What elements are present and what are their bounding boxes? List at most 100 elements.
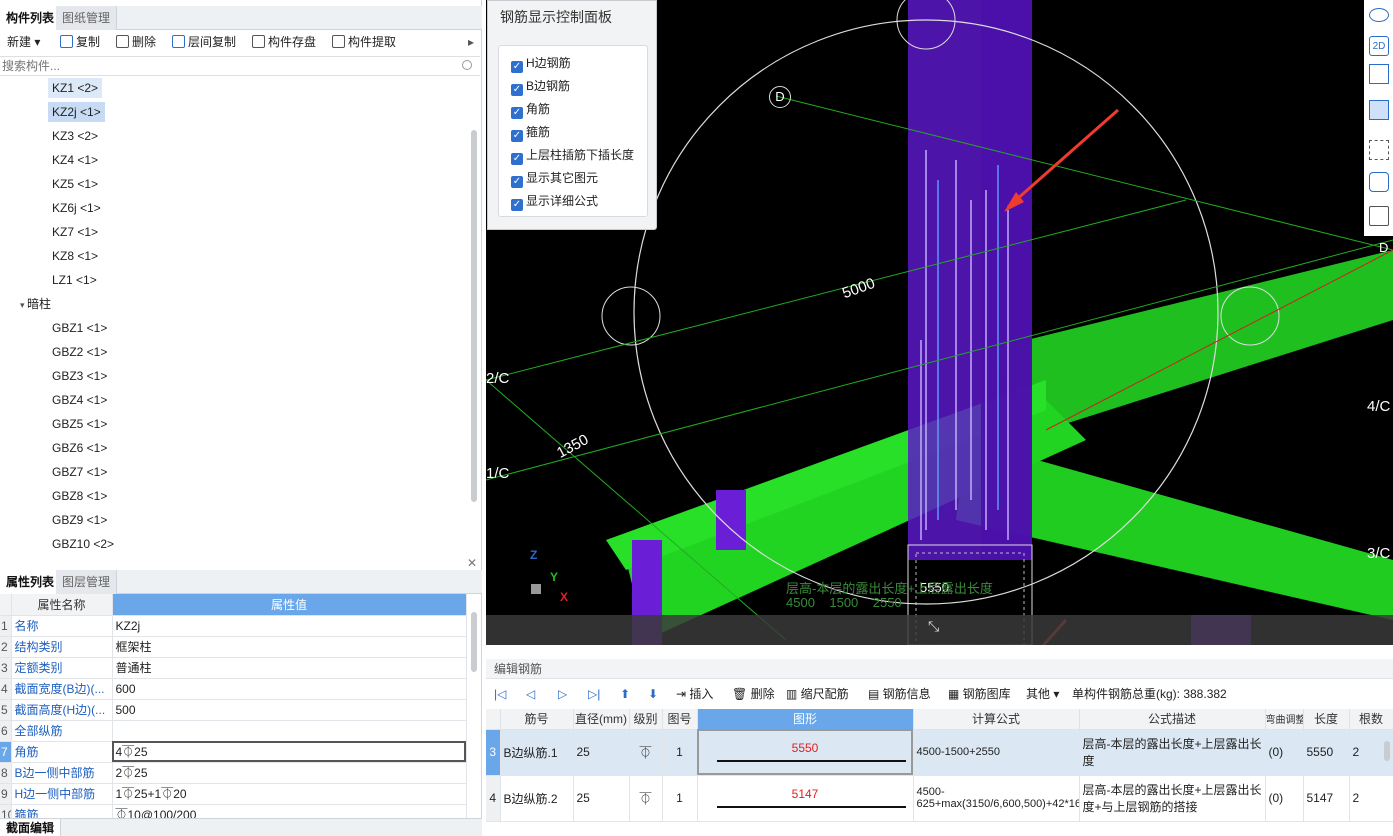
checkbox-show-other[interactable]: ✓ 显示其它图元 — [511, 169, 598, 188]
checkbox-b-rebar[interactable]: ✓ B边钢筋 — [511, 77, 570, 96]
fullscreen-icon[interactable] — [1369, 140, 1389, 160]
new-button[interactable]: 新建 ▾ — [0, 33, 40, 51]
grade[interactable]: ⏁ — [629, 775, 663, 822]
prop-value[interactable]: 普通柱 — [112, 657, 467, 679]
tab-component-list[interactable]: 构件列表 — [0, 6, 62, 30]
tree-item[interactable]: GBZ9 <1> — [48, 510, 111, 530]
tree-item[interactable]: KZ6j <1> — [48, 198, 105, 218]
bend-adjust[interactable]: (0) — [1265, 775, 1304, 822]
table-row[interactable]: 9 H边一侧中部筋 1⏁25+1⏁20 — [0, 783, 467, 805]
tree-item[interactable]: KZ1 <2> — [48, 78, 103, 98]
fig-no[interactable]: 1 — [662, 775, 698, 822]
next-icon[interactable]: ▷ — [558, 686, 567, 702]
floor-copy-button[interactable]: 层间复制 — [172, 33, 236, 51]
2d-view-button[interactable]: 2D — [1369, 36, 1389, 56]
tree-item[interactable]: KZ5 <1> — [48, 174, 102, 194]
copy-button[interactable]: 复制 — [60, 33, 100, 51]
save-component-button[interactable]: 构件存盘 — [252, 33, 316, 51]
tree-scrollbar[interactable] — [471, 130, 477, 502]
table-row[interactable]: 3 定额类别 普通柱 — [0, 657, 467, 679]
prop-value[interactable]: 1⏁25+1⏁20 — [112, 783, 467, 805]
search-input[interactable] — [0, 57, 440, 75]
tree-item[interactable]: LZ1 <1> — [48, 270, 101, 290]
tree-item[interactable]: GBZ2 <1> — [48, 342, 111, 362]
prev-icon[interactable]: ◁ — [526, 686, 535, 702]
length[interactable]: 5550 — [1303, 729, 1350, 776]
tree-item[interactable]: GBZ1 <1> — [48, 318, 111, 338]
checkbox-show-formula[interactable]: ✓ 显示详细公式 — [511, 192, 598, 211]
list-view-icon[interactable] — [1369, 206, 1389, 226]
rebar-library-button[interactable]: ▦ 钢筋图库 — [948, 686, 1011, 702]
shape-cell[interactable]: 5147 — [697, 775, 914, 822]
search-icon[interactable] — [462, 60, 472, 70]
close-icon[interactable]: ✕ — [467, 556, 477, 570]
tab-drawing-manage[interactable]: 图纸管理 — [56, 6, 118, 30]
formula-desc[interactable]: 层高-本层的露出长度+上层露出长度 — [1079, 729, 1266, 776]
tree-item[interactable]: GBZ4 <1> — [48, 390, 111, 410]
tree-group-hidden-column[interactable]: ▾ 暗柱 — [20, 294, 51, 314]
tree-item[interactable]: GBZ8 <1> — [48, 486, 111, 506]
cube-view-icon[interactable] — [1369, 64, 1389, 84]
tree-item[interactable]: GBZ5 <1> — [48, 414, 111, 434]
prop-value[interactable] — [112, 720, 467, 742]
tree-item[interactable]: KZ4 <1> — [48, 150, 102, 170]
extract-component-button[interactable]: 构件提取 — [332, 33, 396, 51]
tab-property-list[interactable]: 属性列表 — [0, 570, 62, 594]
orbit-icon[interactable] — [1369, 8, 1389, 22]
rebar-table-scrollbar[interactable] — [1384, 741, 1390, 761]
prop-value-editing[interactable]: 4⏁25 — [112, 741, 467, 763]
fig-no[interactable]: 1 — [662, 729, 698, 776]
property-scrollbar[interactable] — [471, 612, 477, 672]
table-row[interactable]: 4 B边纵筋.2 25 ⏁ 1 5147 4500-625+max(3150/6… — [486, 775, 1393, 822]
checkbox-upper-dowel[interactable]: ✓ 上层柱插筋下插长度 — [511, 146, 634, 165]
tree-item[interactable]: KZ2j <1> — [48, 102, 105, 122]
formula[interactable]: 4500-1500+2550 — [913, 729, 1080, 776]
bend-adjust[interactable]: (0) — [1265, 729, 1304, 776]
delete-button[interactable]: 删除 — [116, 33, 156, 51]
rebar-info-button[interactable]: ▤ 钢筋信息 — [868, 686, 931, 702]
formula-desc[interactable]: 层高-本层的露出长度+上层露出长度+与上层钢筋的搭接 — [1079, 775, 1266, 822]
3d-box-icon[interactable] — [1369, 172, 1389, 192]
move-down-icon[interactable]: ⬇ — [648, 686, 658, 702]
prop-value[interactable]: KZ2j — [112, 615, 467, 637]
move-up-icon[interactable]: ⬆ — [620, 686, 630, 702]
table-row[interactable]: 8 B边一侧中部筋 2⏁25 — [0, 762, 467, 784]
delete-rebar-button[interactable]: 🗑 删除 — [732, 686, 775, 702]
expand-icon[interactable]: ⤡ — [928, 618, 939, 635]
diameter[interactable]: 25 — [573, 775, 630, 822]
tree-item[interactable]: GBZ10 <2> — [48, 534, 118, 554]
tree-item[interactable]: KZ8 <1> — [48, 246, 102, 266]
bar-no[interactable]: B边纵筋.1 — [500, 729, 574, 776]
checkbox-h-rebar[interactable]: ✓ H边钢筋 — [511, 54, 571, 73]
tree-item[interactable]: KZ7 <1> — [48, 222, 102, 242]
insert-button[interactable]: ⇥ 插入 — [676, 686, 713, 702]
tree-item[interactable]: GBZ6 <1> — [48, 438, 111, 458]
table-row[interactable]: 4 截面宽度(B边)(... 600 — [0, 678, 467, 700]
formula[interactable]: 4500-625+max(3150/6,600,500)+42*16 — [913, 775, 1080, 822]
prop-value[interactable]: 500 — [112, 699, 467, 721]
bar-no[interactable]: B边纵筋.2 — [500, 775, 574, 822]
checkbox-stirrup[interactable]: ✓ 箍筋 — [511, 123, 550, 142]
tree-item[interactable]: GBZ7 <1> — [48, 462, 111, 482]
table-row[interactable]: 1 名称 KZ2j — [0, 615, 467, 637]
tab-layer-manage[interactable]: 图层管理 — [56, 570, 118, 594]
solid-view-icon[interactable] — [1369, 100, 1389, 120]
other-dropdown[interactable]: 其他 ▾ — [1026, 686, 1059, 702]
table-row[interactable]: 6 全部纵筋 — [0, 720, 467, 742]
tab-section-edit[interactable]: 截面编辑 — [0, 819, 62, 836]
table-row[interactable]: 5 截面高度(H边)(... 500 — [0, 699, 467, 721]
grade[interactable]: ⏁ — [629, 729, 663, 776]
prop-value[interactable]: 2⏁25 — [112, 762, 467, 784]
table-row[interactable]: 3 B边纵筋.1 25 ⏁ 1 5550 4500-1500+2550 层高-本… — [486, 729, 1393, 776]
tree-item[interactable]: GBZ3 <1> — [48, 366, 111, 386]
table-row[interactable]: 2 结构类别 框架柱 — [0, 636, 467, 658]
count[interactable]: 2 — [1349, 775, 1393, 822]
more-icon[interactable]: ▸ — [468, 33, 474, 51]
tree-item[interactable]: KZ3 <2> — [48, 126, 102, 146]
checkbox-corner-rebar[interactable]: ✓ 角筋 — [511, 100, 550, 119]
diameter[interactable]: 25 — [573, 729, 630, 776]
scale-rebar-button[interactable]: ▥ 缩尺配筋 — [786, 686, 849, 702]
shape-cell[interactable]: 5550 — [697, 729, 914, 776]
table-row[interactable]: 7 角筋 4⏁25 — [0, 741, 467, 763]
prop-value[interactable]: 600 — [112, 678, 467, 700]
